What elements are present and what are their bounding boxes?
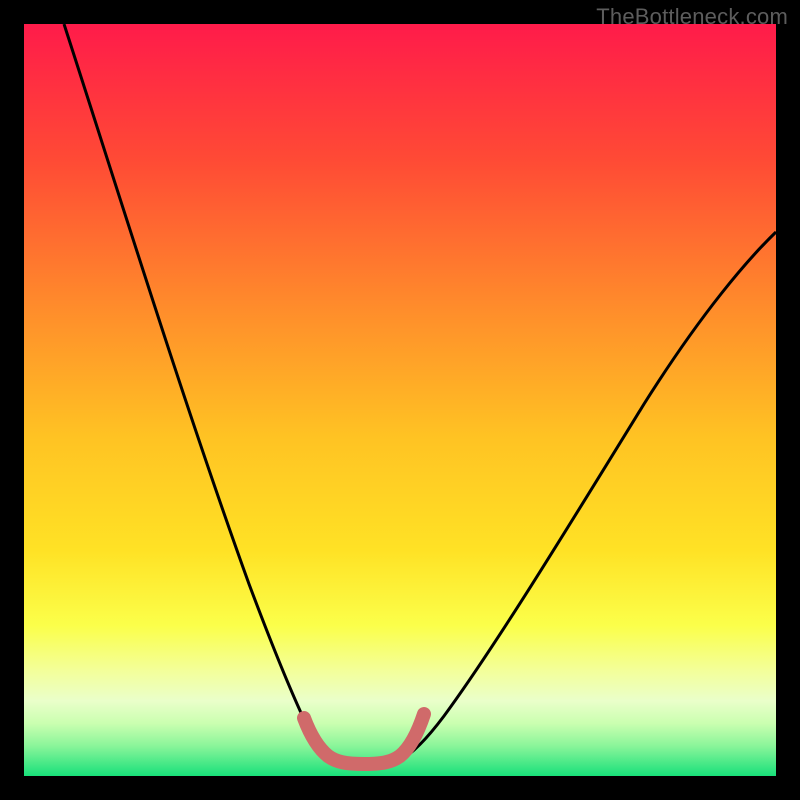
- watermark-text: TheBottleneck.com: [596, 4, 788, 30]
- gradient-bg: [24, 24, 776, 776]
- chart-plot: [24, 24, 776, 776]
- chart-frame: [24, 24, 776, 776]
